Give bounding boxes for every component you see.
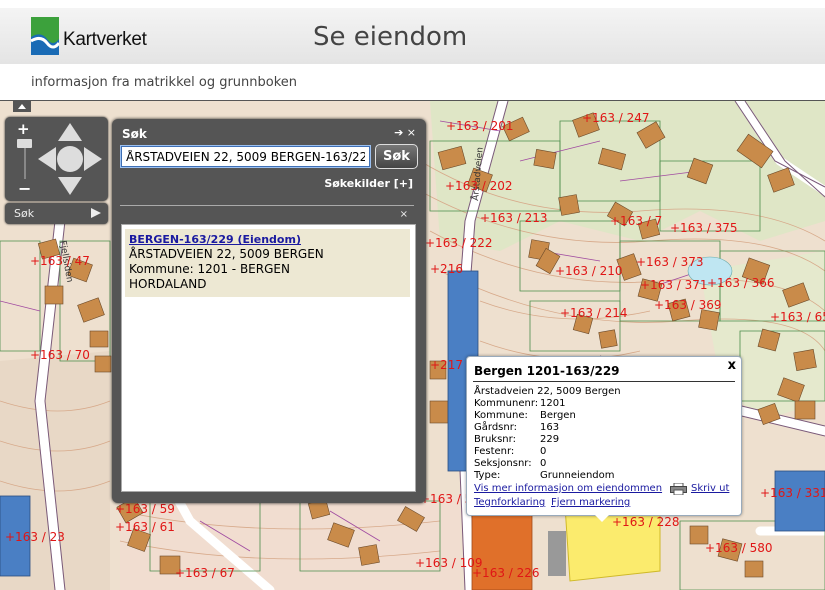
pan-arrows-icon[interactable] <box>36 121 104 197</box>
table-row: Kommune: Bergen <box>474 410 615 422</box>
search-toggle-label: Søk <box>14 207 35 220</box>
popup-pointer <box>593 513 611 522</box>
legend-link[interactable]: Tegnforklaring <box>474 497 545 508</box>
list-item[interactable]: BERGEN-163/229 (Eiendom) ÅRSTADVEIEN 22,… <box>125 229 410 297</box>
parcel-label[interactable]: +163 / 23 <box>5 530 65 544</box>
detail-key: Kommunenr: <box>474 398 539 409</box>
search-panel-title: Søk <box>122 127 147 141</box>
results-close-icon[interactable]: × <box>400 209 408 220</box>
parcel-label[interactable]: +163 / 213 <box>480 211 548 225</box>
parcel-label[interactable]: +163 / 210 <box>555 264 623 278</box>
parcel-label[interactable]: +163 / 214 <box>560 306 628 320</box>
printer-icon[interactable] <box>670 483 687 495</box>
parcel-label[interactable]: +163 / 7 <box>610 214 662 228</box>
parcel-label[interactable]: +163 / 222 <box>425 236 493 250</box>
search-panel-window-controls[interactable]: ➔ × <box>394 126 416 139</box>
more-info-link[interactable]: Vis mer informasjon om eiendommen <box>474 483 662 494</box>
detail-value: 0 <box>540 446 547 457</box>
search-panel: Søk ➔ × Søk Søkekilder [+] × BERGEN-163/… <box>112 119 426 503</box>
property-info-popup: Bergen 1201-163/229 x Årstadveien 22, 50… <box>466 356 742 516</box>
detail-key: Type: <box>474 470 501 481</box>
table-row: Gårdsnr: 163 <box>474 422 615 434</box>
zoom-out-button[interactable]: − <box>18 179 31 198</box>
result-kommune: Kommune: 1201 - BERGEN <box>129 262 290 276</box>
parcel-label[interactable]: +163 / 59 <box>115 502 175 516</box>
parcel-label[interactable]: +163 / 366 <box>707 276 775 290</box>
search-button[interactable]: Søk <box>375 144 418 169</box>
logo-text[interactable]: Kartverket <box>63 29 147 51</box>
parcel-label[interactable]: +163 / 70 <box>30 348 90 362</box>
detail-value: 229 <box>540 434 560 445</box>
result-link[interactable]: BERGEN-163/229 (Eiendom) <box>129 233 301 246</box>
parcel-label[interactable]: +163 / 65 <box>770 310 825 324</box>
zoom-slider-handle[interactable] <box>17 139 32 148</box>
parcel-label[interactable]: +163 / 61 <box>115 520 175 534</box>
map-navigation-control: + − <box>5 117 108 201</box>
result-address: ÅRSTADVEIEN 22, 5009 BERGEN <box>129 247 324 261</box>
table-row: Seksjonsnr: 0 <box>474 458 615 470</box>
search-sources-toggle[interactable]: Søkekilder [+] <box>324 177 413 190</box>
detail-value: 0 <box>540 458 547 469</box>
table-row: Bruksnr: 229 <box>474 434 615 446</box>
triangle-right-icon[interactable] <box>91 208 101 218</box>
detail-value: 163 <box>540 422 560 433</box>
search-results-list: BERGEN-163/229 (Eiendom) ÅRSTADVEIEN 22,… <box>121 224 416 492</box>
detail-value: Grunneiendom <box>540 470 615 481</box>
popup-close-icon[interactable]: x <box>728 358 736 373</box>
search-input[interactable] <box>121 146 370 167</box>
parcel-label[interactable]: +163 / 580 <box>705 541 773 555</box>
table-row: Kommunenr: 1201 <box>474 398 615 410</box>
search-toggle-bar[interactable]: Søk <box>5 203 108 224</box>
site-header: Kartverket Se eiendom informasjon fra ma… <box>0 0 825 101</box>
detail-key: Bruksnr: <box>474 434 516 445</box>
detail-key: Gårdsnr: <box>474 422 518 433</box>
parcel-label[interactable]: +163 / 247 <box>582 111 650 125</box>
popup-title: Bergen 1201-163/229 <box>474 364 620 378</box>
detail-key: Festenr: <box>474 446 515 457</box>
detail-value: 1201 <box>540 398 566 409</box>
property-details-table: Kommunenr: 1201 Kommune: Bergen Gårdsnr: 16… <box>474 398 615 482</box>
zoom-in-button[interactable]: + <box>17 120 30 138</box>
page-subtitle: informasjon fra matrikkel og grunnboken <box>31 75 298 90</box>
toolbar-collapse-button[interactable] <box>13 101 31 112</box>
parcel-label[interactable]: +163 / 67 <box>175 566 235 580</box>
detail-key: Kommune: <box>474 410 528 421</box>
parcel-label[interactable]: +163 / 202 <box>445 179 513 193</box>
table-row: Type: Grunneiendom <box>474 470 615 482</box>
parcel-label[interactable]: +163 / 369 <box>654 298 722 312</box>
popup-address: Årstadveien 22, 5009 Bergen <box>474 386 621 397</box>
parcel-label[interactable]: +163 / 371 <box>640 278 708 292</box>
clear-marking-link[interactable]: Fjern markering <box>551 497 630 508</box>
popup-divider <box>473 381 735 382</box>
kartverket-logo-icon[interactable] <box>31 17 59 55</box>
result-county: HORDALAND <box>129 277 207 291</box>
parcel-label[interactable]: +163 / 201 <box>446 119 514 133</box>
parcel-label[interactable]: +163 / 375 <box>670 221 738 235</box>
parcel-label[interactable]: +216 <box>430 262 463 276</box>
detail-key: Seksjonsnr: <box>474 458 532 469</box>
detail-value: Bergen <box>540 410 576 421</box>
parcel-label[interactable]: +163 / 331 <box>760 486 825 500</box>
parcel-label[interactable]: +163 / 228 <box>612 515 680 529</box>
page-title: Se eiendom <box>313 22 468 52</box>
parcel-label[interactable]: +217 <box>430 358 463 372</box>
search-panel-divider <box>120 205 414 206</box>
print-label[interactable]: Skriv ut <box>691 483 729 494</box>
parcel-label[interactable]: +163 / 47 <box>30 254 90 268</box>
parcel-label[interactable]: +163 / 373 <box>636 255 704 269</box>
table-row: Festenr: 0 <box>474 446 615 458</box>
parcel-label[interactable]: +163 / 226 <box>472 566 540 580</box>
